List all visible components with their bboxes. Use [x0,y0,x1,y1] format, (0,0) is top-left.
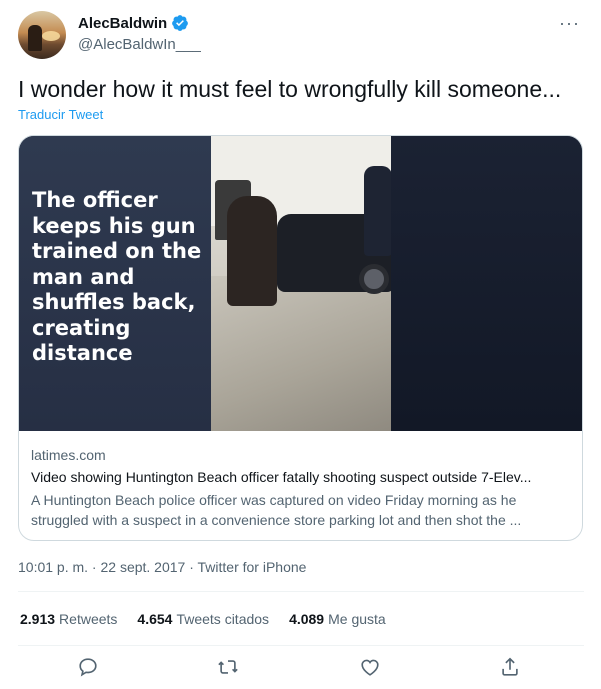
card-description: A Huntington Beach police officer was ca… [31,492,522,528]
retweets-label: Retweets [59,611,118,627]
image-caption-overlay: The officer keeps his gun trained on the… [32,188,202,365]
author-name-row: AlecBaldwin [78,14,189,32]
divider [18,591,584,592]
reply-icon[interactable] [77,656,101,680]
divider [18,645,584,646]
author-name[interactable]: AlecBaldwin [78,15,167,32]
quotes-label: Tweets citados [176,611,270,627]
card-domain: latimes.com [31,447,106,463]
card-body[interactable]: latimes.com Video showing Huntington Bea… [19,431,582,540]
card-image[interactable]: The officer keeps his gun trained on the… [19,136,582,431]
like-icon[interactable] [359,656,383,680]
avatar[interactable] [18,11,66,59]
likes-label: Me gusta [328,611,386,627]
translate-tweet-link[interactable]: Traducir Tweet [18,107,103,122]
verified-badge-icon [172,15,189,31]
more-options-icon[interactable]: ··· [559,13,580,34]
retweets-stat[interactable]: 2.913 Retweets [20,611,117,627]
quotes-stat[interactable]: 4.654 Tweets citados [137,611,269,627]
card-title: Video showing Huntington Beach officer f… [31,469,532,485]
likes-stat[interactable]: 4.089 Me gusta [289,611,386,627]
tweet-text: I wonder how it must feel to wrongfully … [18,76,562,102]
likes-count: 4.089 [289,611,325,627]
quotes-count: 4.654 [137,611,173,627]
tweet-stats: 2.913 Retweets 4.654 Tweets citados 4.089 M… [20,611,386,627]
tweet-header: AlecBaldwin @AlecBaldwIn___ ··· [18,11,584,61]
share-icon[interactable] [499,656,523,680]
tweet-timestamp[interactable]: 10:01 p. m. · 22 sept. 2017 · Twitter fo… [18,559,306,575]
retweet-icon[interactable] [217,656,241,680]
author-handle[interactable]: @AlecBaldwIn___ [78,36,201,53]
link-card[interactable]: The officer keeps his gun trained on the… [18,135,583,541]
retweets-count: 2.913 [20,611,56,627]
tweet-actions [18,656,584,689]
